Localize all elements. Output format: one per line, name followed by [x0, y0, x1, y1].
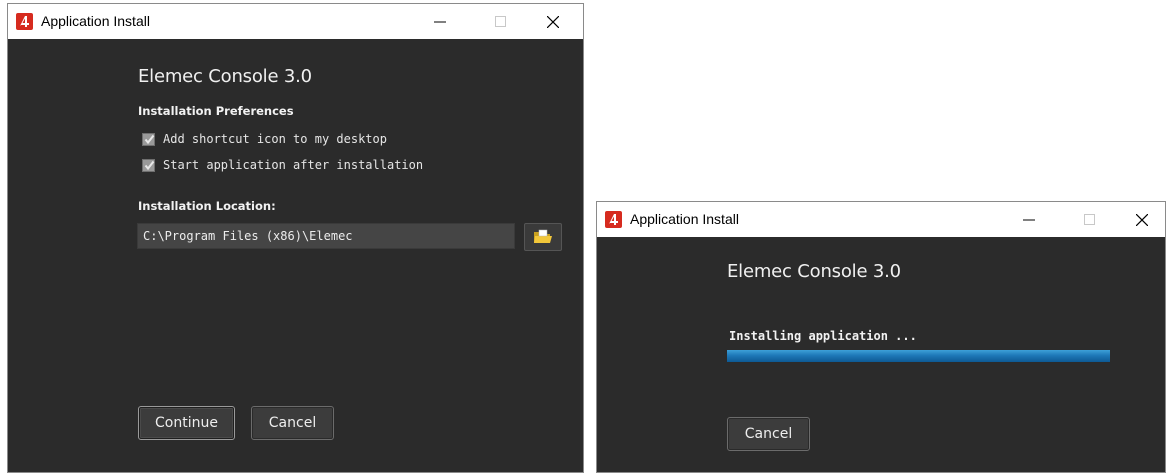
install-progress-bar: [727, 350, 1110, 362]
maximize-button: [477, 4, 523, 39]
close-button[interactable]: [530, 4, 576, 39]
option-desktop-shortcut[interactable]: Add shortcut icon to my desktop: [142, 131, 387, 147]
maximize-button: [1066, 202, 1112, 237]
install-location-input[interactable]: [137, 223, 515, 249]
start-after-install-checkbox[interactable]: [142, 158, 155, 172]
app-name-heading: Elemec Console 3.0: [138, 66, 312, 87]
continue-button[interactable]: Continue: [138, 406, 235, 440]
minimize-button[interactable]: [417, 4, 463, 39]
start-after-install-label: Start application after installation: [163, 158, 424, 172]
window-content: Elemec Console 3.0 Installation Preferen…: [8, 39, 583, 472]
progress-fill: [727, 350, 1110, 362]
browse-folder-button[interactable]: [524, 223, 562, 251]
install-progress-window: Application Install Elemec Console 3.0 I…: [596, 201, 1166, 473]
minimize-button[interactable]: [1006, 202, 1052, 237]
install-window: Application Install Elemec Console 3.0 I…: [7, 3, 584, 473]
window-title: Application Install: [630, 211, 739, 227]
title-bar[interactable]: Application Install: [8, 4, 583, 39]
option-start-after-install[interactable]: Start application after installation: [142, 157, 423, 173]
desktop-shortcut-label: Add shortcut icon to my desktop: [163, 132, 387, 146]
close-button[interactable]: [1119, 202, 1165, 237]
desktop-shortcut-checkbox[interactable]: [142, 132, 155, 146]
location-heading: Installation Location:: [138, 199, 276, 213]
app-logo-icon: [16, 13, 33, 30]
preferences-heading: Installation Preferences: [138, 104, 294, 118]
install-status-text: Installing application ...: [729, 329, 917, 343]
window-content: Elemec Console 3.0 Installing applicatio…: [597, 237, 1165, 472]
minimize-icon: [434, 21, 446, 22]
app-logo-icon: [605, 211, 622, 228]
checkmark-icon: [144, 160, 155, 170]
app-name-heading: Elemec Console 3.0: [727, 261, 901, 282]
maximize-icon: [1083, 214, 1095, 225]
close-icon: [547, 15, 559, 28]
title-bar[interactable]: Application Install: [597, 202, 1165, 237]
window-title: Application Install: [41, 13, 150, 29]
checkmark-icon: [144, 134, 155, 144]
cancel-button[interactable]: Cancel: [251, 406, 334, 440]
cancel-button[interactable]: Cancel: [727, 417, 810, 451]
close-icon: [1136, 213, 1148, 226]
maximize-icon: [494, 16, 506, 27]
minimize-icon: [1023, 219, 1035, 220]
folder-open-icon: [534, 229, 552, 243]
